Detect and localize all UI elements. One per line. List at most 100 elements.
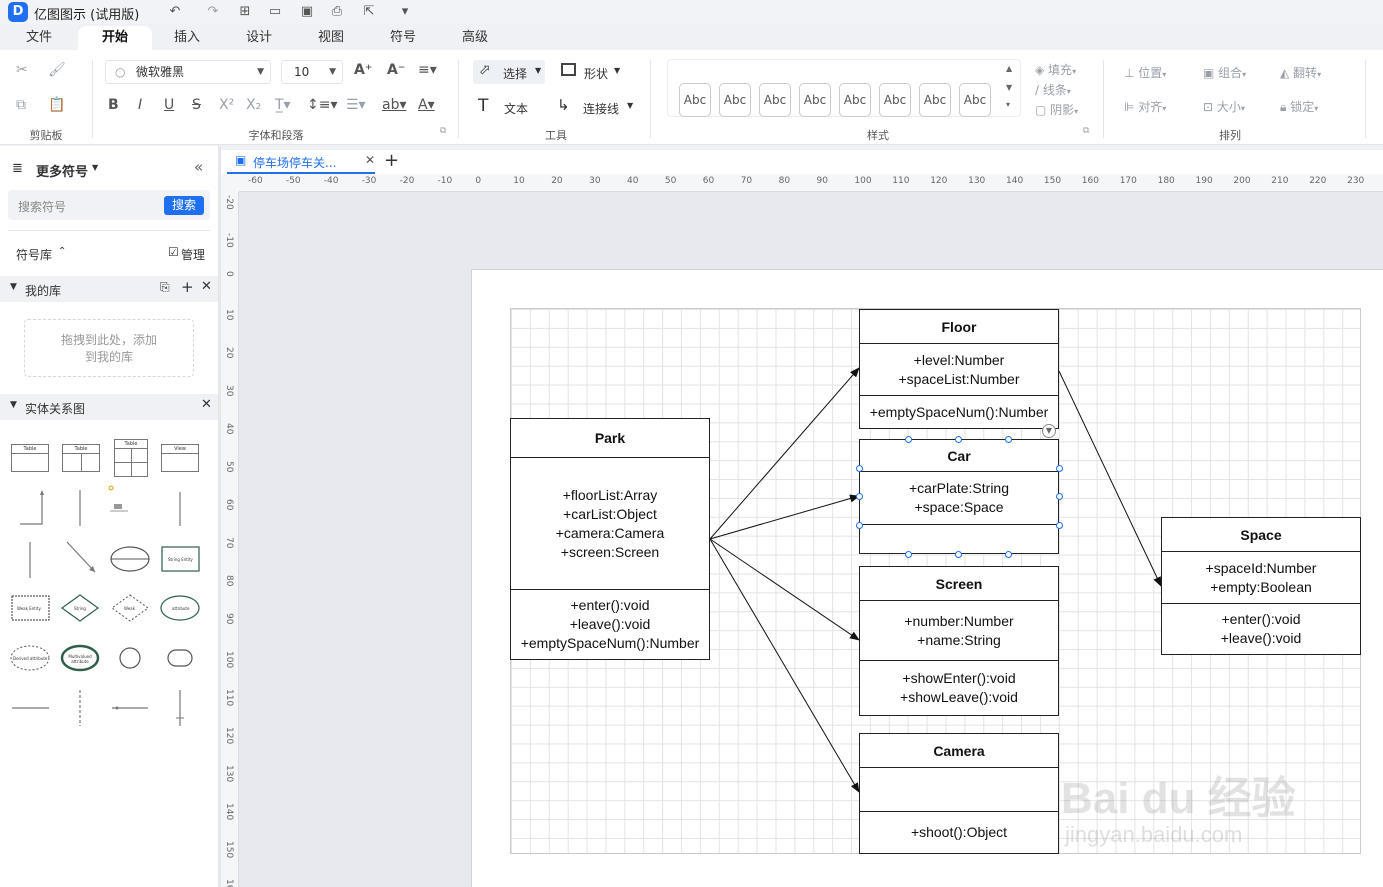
gallery-up-icon[interactable]: ▲: [1006, 64, 1012, 73]
style-preset-7[interactable]: Abc: [919, 83, 951, 117]
selection-handle[interactable]: [1056, 522, 1063, 529]
document-tab[interactable]: ▣ 停车场停车关... ✕: [227, 150, 375, 174]
tab-view[interactable]: 视图: [306, 26, 356, 50]
text-tool-button[interactable]: T 文本: [478, 95, 538, 119]
decrease-font-icon[interactable]: A⁻: [387, 62, 405, 78]
connector-park-screen[interactable]: [709, 538, 860, 641]
er-diagram-header[interactable]: ▼ 实体关系图 ✕: [0, 394, 218, 420]
connector-park-camera[interactable]: [709, 538, 860, 793]
align-button[interactable]: ⊫ 对齐▾: [1124, 98, 1166, 115]
tab-symbols[interactable]: 符号: [378, 26, 428, 50]
connector-park-floor[interactable]: [709, 367, 860, 540]
tab-design[interactable]: 设计: [234, 26, 284, 50]
bold-icon[interactable]: B: [108, 97, 119, 113]
floating-menu-icon[interactable]: ▼: [1042, 424, 1056, 438]
open-folder-icon[interactable]: ▭: [266, 3, 284, 21]
style-preset-1[interactable]: Abc: [679, 83, 711, 117]
entity-camera[interactable]: Camera +shoot():Object: [859, 733, 1059, 854]
paste-icon[interactable]: 📋: [48, 97, 65, 113]
style-preset-2[interactable]: Abc: [719, 83, 751, 117]
entity-floor[interactable]: Floor +level:Number +spaceList:Number +e…: [859, 309, 1059, 429]
new-file-icon[interactable]: ⊞: [236, 3, 254, 21]
select-tool-button[interactable]: ⬀ 选择 ▼: [473, 60, 545, 84]
style-preset-3[interactable]: Abc: [759, 83, 791, 117]
chevron-up-icon[interactable]: ⌃: [58, 246, 66, 257]
superscript-icon[interactable]: X²: [219, 97, 234, 113]
strikethrough-icon[interactable]: S: [192, 97, 201, 113]
chevron-down-icon[interactable]: ▼: [92, 163, 98, 172]
italic-icon[interactable]: I: [138, 97, 142, 113]
style-preset-8[interactable]: Abc: [959, 83, 991, 117]
selection-handle[interactable]: [1056, 465, 1063, 472]
shadow-button[interactable]: ▢ 阴影▾: [1035, 101, 1078, 118]
entity-screen[interactable]: Screen +number:Number +name:String +show…: [859, 566, 1059, 716]
close-tab-icon[interactable]: ✕: [365, 153, 375, 167]
underline-icon[interactable]: U: [164, 97, 174, 113]
connector-tool-button[interactable]: ↳ 连接线 ▼: [557, 95, 637, 119]
fill-button[interactable]: ◈ 填充▾: [1035, 61, 1076, 78]
new-tab-icon[interactable]: +: [384, 150, 399, 171]
connector-park-car[interactable]: [709, 494, 860, 540]
selection-handle[interactable]: [1005, 551, 1012, 558]
search-button[interactable]: 搜索: [164, 196, 204, 215]
lock-button[interactable]: 🔒︎ 锁定▾: [1280, 98, 1318, 115]
import-icon[interactable]: ⎘: [160, 280, 170, 295]
connector-floor-space[interactable]: [1058, 370, 1162, 587]
manage-button[interactable]: 管理: [181, 246, 205, 263]
manage-icon[interactable]: ☑: [168, 245, 179, 259]
save-icon[interactable]: ▣: [298, 3, 316, 21]
text-highlight-icon[interactable]: ab▾: [382, 97, 407, 113]
print-icon[interactable]: ⎙: [328, 3, 346, 21]
size-button[interactable]: ⊡ 大小▾: [1203, 98, 1245, 115]
selection-handle[interactable]: [905, 436, 912, 443]
er-shape-icons[interactable]: [0, 482, 218, 882]
undo-icon[interactable]: ↶: [166, 3, 184, 21]
selection-handle[interactable]: [856, 522, 863, 529]
tab-home[interactable]: 开始: [78, 26, 152, 50]
my-library-drop-zone[interactable]: 拖拽到此处，添加到我的库: [24, 319, 194, 377]
cut-icon[interactable]: ✂: [16, 62, 28, 78]
redo-icon[interactable]: ↷: [204, 3, 222, 21]
selection-handle[interactable]: [856, 493, 863, 500]
style-settings-launcher-icon[interactable]: ⧉: [1083, 126, 1089, 136]
shape-tool-button[interactable]: 形状 ▼: [560, 60, 632, 84]
collapse-panel-icon[interactable]: «: [194, 158, 203, 176]
font-color-icon[interactable]: A▾: [418, 97, 435, 113]
my-library-header[interactable]: ▼ 我的库 ⎘ + ✕: [0, 276, 218, 302]
tab-file[interactable]: 文件: [14, 26, 64, 50]
selection-handle[interactable]: [856, 465, 863, 472]
font-size-select[interactable]: 10 ▼: [281, 60, 343, 84]
entity-car[interactable]: Car +carPlate:String +space:Space: [859, 439, 1059, 554]
font-family-select[interactable]: ○ 微软雅黑 ▼: [105, 60, 271, 84]
add-icon[interactable]: +: [181, 278, 194, 296]
copy-icon[interactable]: ⧉: [16, 97, 26, 113]
format-painter-icon[interactable]: 🖌: [48, 62, 66, 78]
selection-handle[interactable]: [955, 436, 962, 443]
close-icon[interactable]: ✕: [201, 397, 212, 412]
gallery-down-icon[interactable]: ▼: [1006, 83, 1012, 92]
line-button[interactable]: ∕ 线条▾: [1035, 81, 1071, 98]
style-preset-4[interactable]: Abc: [799, 83, 831, 117]
position-button[interactable]: ⊥ 位置▾: [1124, 64, 1166, 81]
drawing-canvas[interactable]: Park +floorList:Array +carList:Object +c…: [239, 192, 1383, 887]
customize-dropdown-icon[interactable]: ▾: [396, 3, 414, 21]
more-symbols-title[interactable]: 更多符号: [36, 161, 88, 180]
increase-font-icon[interactable]: A⁺: [354, 62, 372, 78]
entity-park[interactable]: Park +floorList:Array +carList:Object +c…: [510, 418, 710, 660]
selection-handle[interactable]: [1005, 436, 1012, 443]
line-spacing-icon[interactable]: ↕≡▾: [307, 97, 338, 113]
group-button[interactable]: ▣ 组合▾: [1203, 64, 1246, 81]
shape-view[interactable]: View: [161, 444, 199, 472]
tab-advanced[interactable]: 高级: [450, 26, 500, 50]
style-preset-5[interactable]: Abc: [839, 83, 871, 117]
text-align-icon[interactable]: ≡▾: [418, 62, 437, 78]
flip-button[interactable]: ◭ 翻转▾: [1280, 64, 1321, 81]
export-icon[interactable]: ⇱: [360, 3, 378, 21]
style-preset-6[interactable]: Abc: [879, 83, 911, 117]
gallery-more-icon[interactable]: ▾: [1006, 100, 1010, 109]
shape-table-2[interactable]: Table: [62, 444, 100, 472]
selection-handle[interactable]: [905, 551, 912, 558]
selection-handle[interactable]: [1056, 493, 1063, 500]
shape-table-3[interactable]: Table: [114, 439, 148, 477]
entity-space[interactable]: Space +spaceId:Number +empty:Boolean +en…: [1161, 517, 1361, 655]
